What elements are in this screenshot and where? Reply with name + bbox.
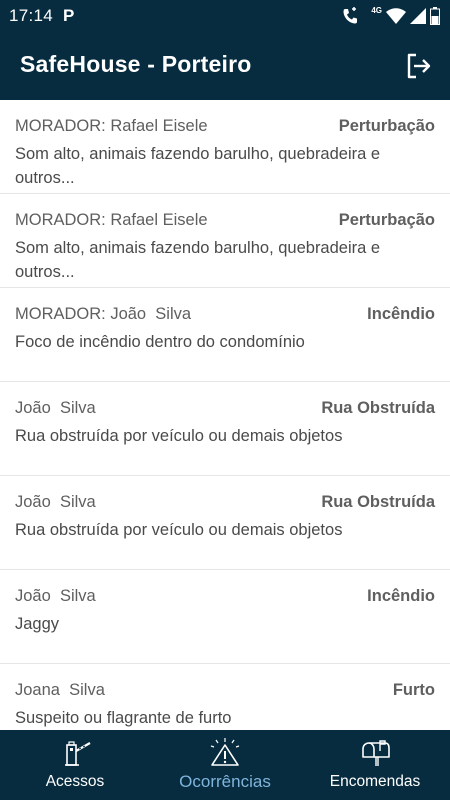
item-resident: MORADOR: João Silva [15,305,192,323]
call-icon [343,7,357,24]
nav-tab-encomendas[interactable]: Encomendas [300,730,450,800]
warning-icon [210,738,240,766]
gate-barrier-icon [65,741,91,766]
item-description: Rua obstruída por veículo ou demais obje… [15,521,343,539]
signal-icon [410,8,426,24]
nav-tab-acessos[interactable]: Acessos [0,730,150,800]
bottom-navigation: Acessos Ocorrências Encomendas [0,730,450,800]
occurrence-list[interactable]: MORADOR: Rafael Eisele Perturbação Som a… [0,100,450,730]
nav-label-encomendas: Encomendas [329,773,421,790]
item-description: Jaggy [15,615,60,633]
list-item[interactable]: MORADOR: Rafael Eisele Perturbação Som a… [0,100,450,194]
item-resident: João Silva [15,587,96,605]
item-resident: Joana Silva [15,681,105,699]
list-item[interactable]: João Silva Incêndio Jaggy [0,570,450,664]
battery-icon [430,7,440,25]
page-title: SafeHouse - Porteiro [20,51,252,77]
status-time: 17:14 [9,6,54,25]
app-root: 17:14 P 4G SafeHouse - Porteiro MORADOR:… [0,0,450,800]
item-description: Suspeito ou flagrante de furto [15,709,232,727]
list-item[interactable]: MORADOR: Rafael Eisele Perturbação Som a… [0,194,450,288]
list-item[interactable]: João Silva Rua Obstruída Rua obstruída p… [0,476,450,570]
item-description: Som alto, animais fazendo barulho, quebr… [15,145,381,187]
item-type: Perturbação [338,117,435,135]
list-item[interactable]: Joana Silva Furto Suspeito ou flagrante … [0,664,450,730]
logout-button[interactable] [404,51,434,81]
item-type: Perturbação [338,211,435,229]
nav-label-ocorrencias: Ocorrências [179,772,271,791]
nav-tab-ocorrencias[interactable]: Ocorrências [150,730,300,800]
mailbox-icon [362,740,390,766]
item-description: Rua obstruída por veículo ou demais obje… [15,427,343,445]
nav-label-acessos: Acessos [45,773,105,790]
network-type-label: 4G [371,6,382,15]
item-type: Incêndio [367,305,435,323]
item-description: Som alto, animais fazendo barulho, quebr… [15,239,381,281]
item-resident: João Silva [15,399,96,417]
item-resident: MORADOR: Rafael Eisele [15,117,208,135]
list-item[interactable]: João Silva Rua Obstruída Rua obstruída p… [0,382,450,476]
item-type: Rua Obstruída [321,493,435,511]
logout-icon [407,53,431,79]
app-bar: SafeHouse - Porteiro [0,32,450,100]
item-resident: MORADOR: Rafael Eisele [15,211,208,229]
wifi-icon [386,8,406,24]
status-bar: 17:14 P 4G [0,0,450,32]
status-icons: 4G [342,6,440,26]
item-type: Furto [392,681,435,699]
item-resident: João Silva [15,493,96,511]
item-description: Foco de incêndio dentro do condomínio [15,333,305,351]
item-type: Incêndio [367,587,435,605]
item-type: Rua Obstruída [321,399,435,417]
notification-p-icon: P [63,6,75,25]
list-item[interactable]: MORADOR: João Silva Incêndio Foco de inc… [0,288,450,382]
